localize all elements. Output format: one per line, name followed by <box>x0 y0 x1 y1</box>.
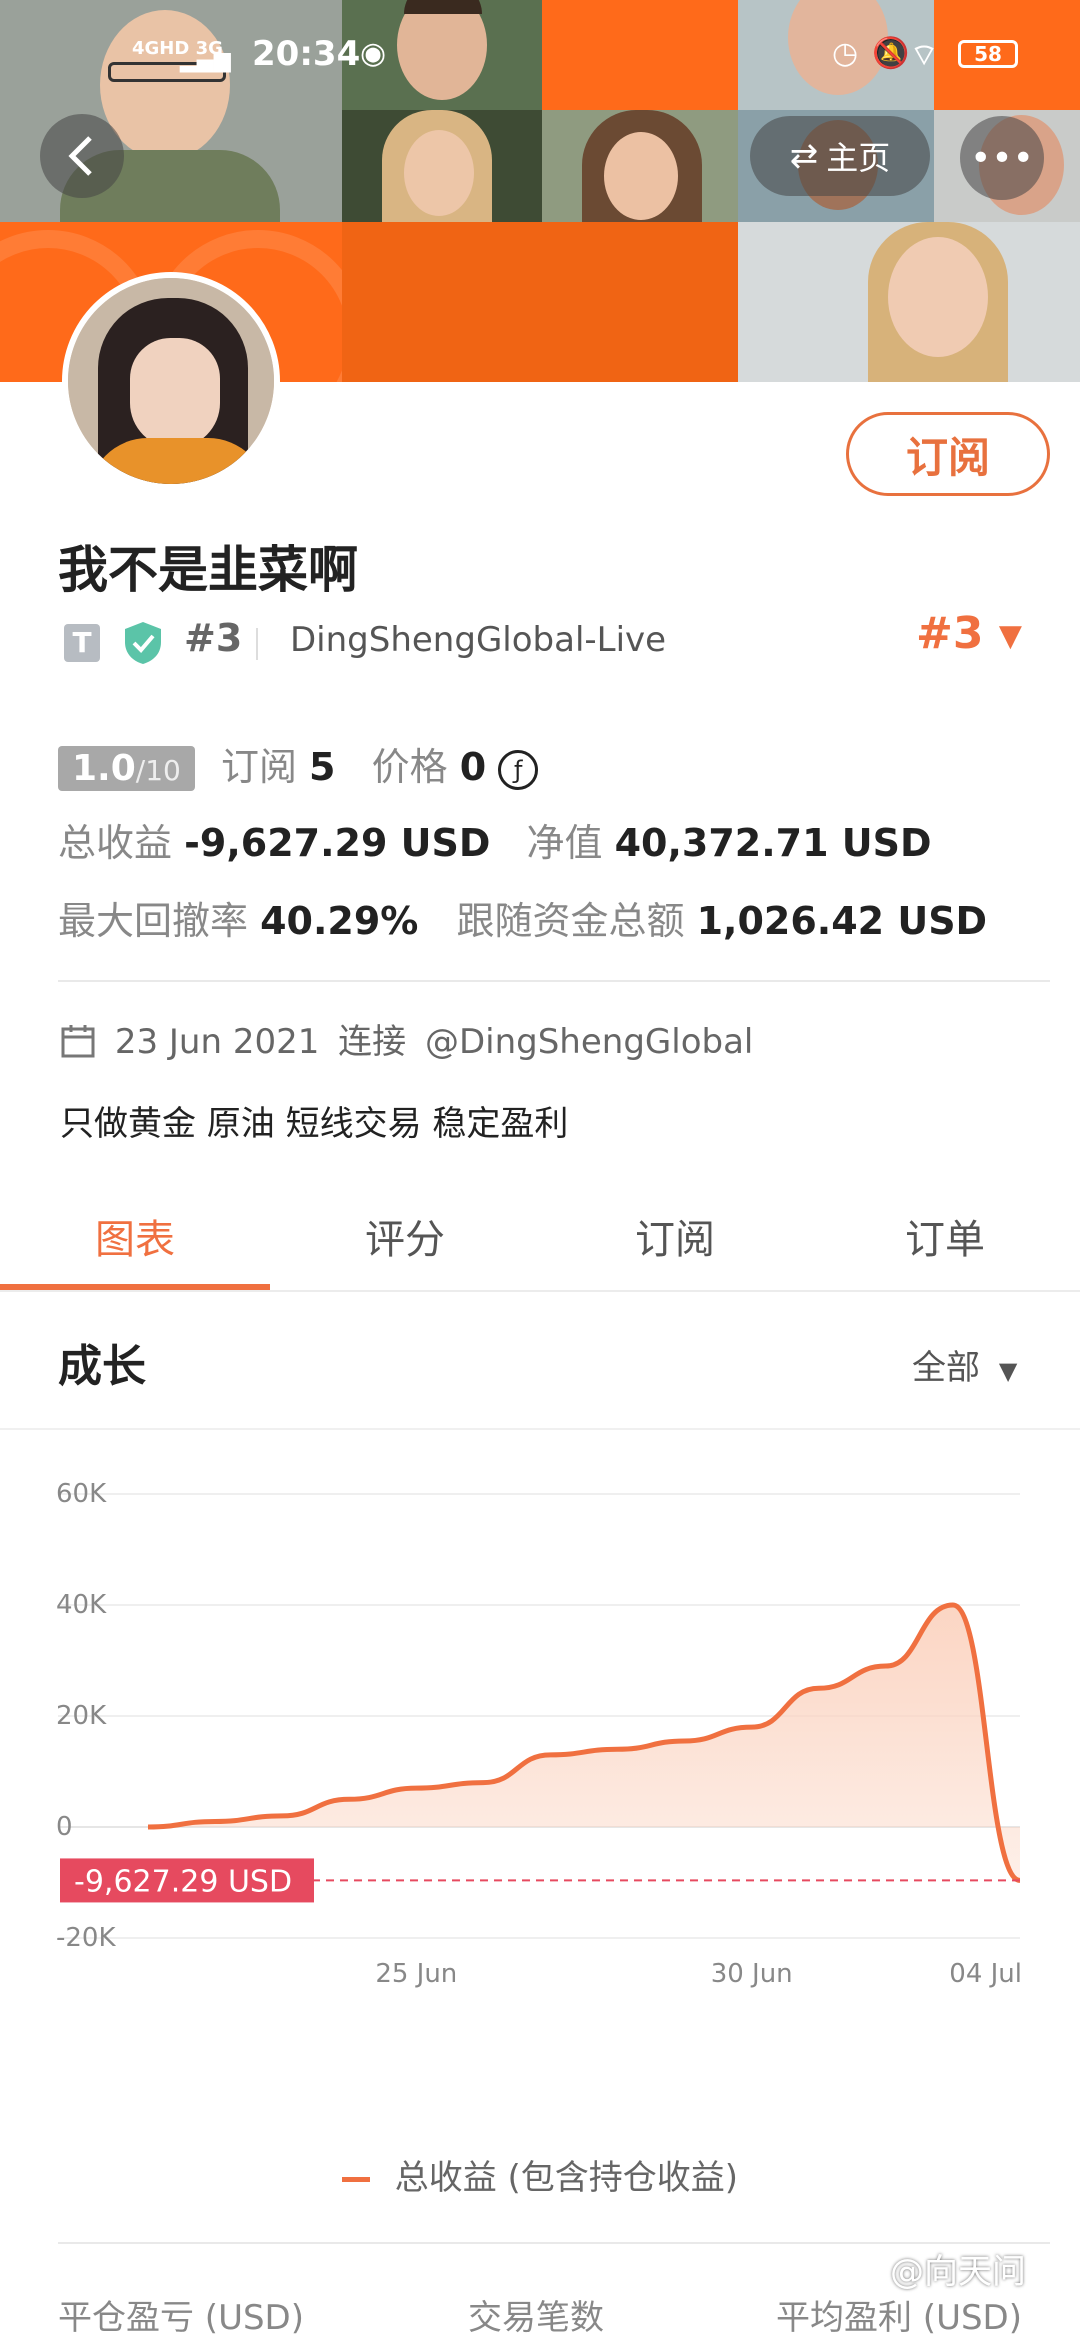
verified-shield-icon <box>125 622 161 664</box>
net-value: 40,372.71 USD <box>614 821 932 865</box>
col-closed-pnl: 平仓盈亏 (USD) <box>58 2298 304 2338</box>
growth-title: 成长 <box>58 1341 146 1392</box>
chart-legend: 总收益 (包含持仓收益) <box>0 2150 1080 2199</box>
status-bar: 4GHD 3G ▂▄▆ 20:34 ◉ ◷ 🔕 ⌔ 58 <box>0 34 1080 84</box>
total-profit-value: -9,627.29 USD <box>184 821 491 865</box>
more-button[interactable]: ••• <box>960 116 1044 200</box>
legend-swatch <box>341 2177 370 2182</box>
growth-filter-dropdown[interactable]: 全部 ▼ <box>912 1340 1017 1389</box>
y-tick-label: -20K <box>56 1923 116 1953</box>
x-tick-label: 30 Jun <box>711 1959 793 1989</box>
current-value-label: -9,627.29 USD <box>74 1864 292 1899</box>
meta-divider <box>256 628 258 660</box>
stats-divider <box>58 980 1050 982</box>
account-link[interactable]: @DingShengGlobal <box>425 1022 753 1062</box>
calendar-icon <box>61 1025 95 1058</box>
swap-icon: ⇄ <box>789 136 819 176</box>
tab-bar: 图表 评分 订阅 订单 <box>0 1180 1080 1292</box>
price-label: 价格 <box>371 745 448 789</box>
growth-chart-svg: 60K 40K 20K 0 -20K -9,627.29 USD 25 Jun 30 Jun 0… <box>56 1479 1022 1989</box>
x-tick-label: 04 Jul <box>949 1959 1022 1989</box>
back-button[interactable] <box>40 114 124 198</box>
connect-label: 连接 <box>338 1022 407 1062</box>
battery-icon: 58 <box>958 40 1018 68</box>
growth-chart: 60K 40K 20K 0 -20K -9,627.29 USD 25 Jun 30 Jun 0… <box>0 1430 1080 2210</box>
score-value: 1.0 <box>72 748 136 789</box>
profile-name: 我不是韭菜啊 <box>58 541 358 599</box>
stats-row-3: 最大回撤率 40.29% 跟随资金总额 1,026.42 USD <box>58 890 987 945</box>
coin-icon: ƒ <box>498 749 539 790</box>
subs-label: 订阅 <box>220 745 297 789</box>
wifi-icon: ⌔ <box>910 38 939 73</box>
y-tick-label: 40K <box>56 1590 107 1620</box>
type-badge: T <box>64 624 100 662</box>
rank-label: #3 <box>184 616 243 660</box>
triangle-down-icon: ▼ <box>998 1357 1018 1385</box>
col-trade-count: 交易笔数 <box>468 2298 604 2338</box>
more-dots-icon: ••• <box>970 137 1034 179</box>
notification-icon: ◉ <box>360 36 387 71</box>
avatar[interactable] <box>62 272 280 490</box>
home-label: 主页 <box>826 139 891 177</box>
follow-value: 1,026.42 USD <box>696 899 988 943</box>
series-area <box>148 1605 1020 1881</box>
tab-orders[interactable]: 订单 <box>810 1180 1080 1292</box>
tab-chart[interactable]: 图表 <box>0 1180 270 1292</box>
net-label: 净值 <box>526 821 603 865</box>
profile-meta-row: T #3 DingShengGlobal-Live #3 ▼ <box>60 608 1040 672</box>
cover-photo-7 <box>542 110 738 222</box>
y-tick-label: 60K <box>56 1479 107 1509</box>
growth-filter-label: 全部 <box>912 1348 980 1388</box>
score-max: /10 <box>135 754 181 787</box>
home-switch-button[interactable]: ⇄ 主页 <box>750 116 930 196</box>
clock: 20:34 <box>252 34 361 74</box>
x-tick-label: 25 Jun <box>375 1959 457 1989</box>
cover-photo-6 <box>342 110 542 222</box>
bottom-table-header: 平仓盈亏 (USD) 交易笔数 平均盈利 (USD) <box>0 2290 1080 2340</box>
rank-dropdown-label: #3 <box>916 608 984 659</box>
watermark: @向天问 <box>890 2252 1026 2292</box>
follow-label: 跟随资金总额 <box>456 899 685 943</box>
triangle-down-icon: ▼ <box>998 618 1022 654</box>
legend-label: 总收益 (包含持仓收益) <box>394 2158 739 2198</box>
subs-value: 5 <box>309 745 336 789</box>
price-value: 0 <box>459 745 487 789</box>
rank-dropdown[interactable]: #3 ▼ <box>916 608 1022 659</box>
tab-rating[interactable]: 评分 <box>270 1180 540 1292</box>
cover-photo-10 <box>342 222 738 382</box>
y-tick-label: 0 <box>56 1812 73 1842</box>
tab-bar-divider <box>0 1290 1080 1292</box>
col-avg-profit: 平均盈利 (USD) <box>776 2298 1022 2338</box>
alarm-icon: ◷ <box>832 36 859 71</box>
mute-icon: 🔕 <box>872 36 910 71</box>
cover-photo-11 <box>738 222 1080 382</box>
subscribe-button[interactable]: 订阅 <box>846 412 1050 496</box>
drawdown-label: 最大回撤率 <box>58 899 249 943</box>
broker-name: DingShengGlobal-Live <box>290 620 667 660</box>
score-badge: 1.0/10 <box>58 746 195 791</box>
signal-icon: ▂▄▆ <box>180 48 231 73</box>
chevron-left-icon <box>68 136 92 176</box>
total-profit-label: 总收益 <box>58 821 173 865</box>
join-date: 23 Jun 2021 <box>114 1022 320 1062</box>
y-tick-label: 20K <box>56 1701 107 1731</box>
stats-row-1: 1.0/10 订阅 5 价格 0 ƒ <box>58 736 539 791</box>
info-row: 23 Jun 2021 连接 @DingShengGlobal <box>60 1014 753 1063</box>
profile-description: 只做黄金 原油 短线交易 稳定盈利 <box>60 1104 569 1144</box>
drawdown-value: 40.29% <box>260 899 419 943</box>
tab-subscribe[interactable]: 订阅 <box>540 1180 810 1292</box>
stats-row-2: 总收益 -9,627.29 USD 净值 40,372.71 USD <box>58 812 932 867</box>
